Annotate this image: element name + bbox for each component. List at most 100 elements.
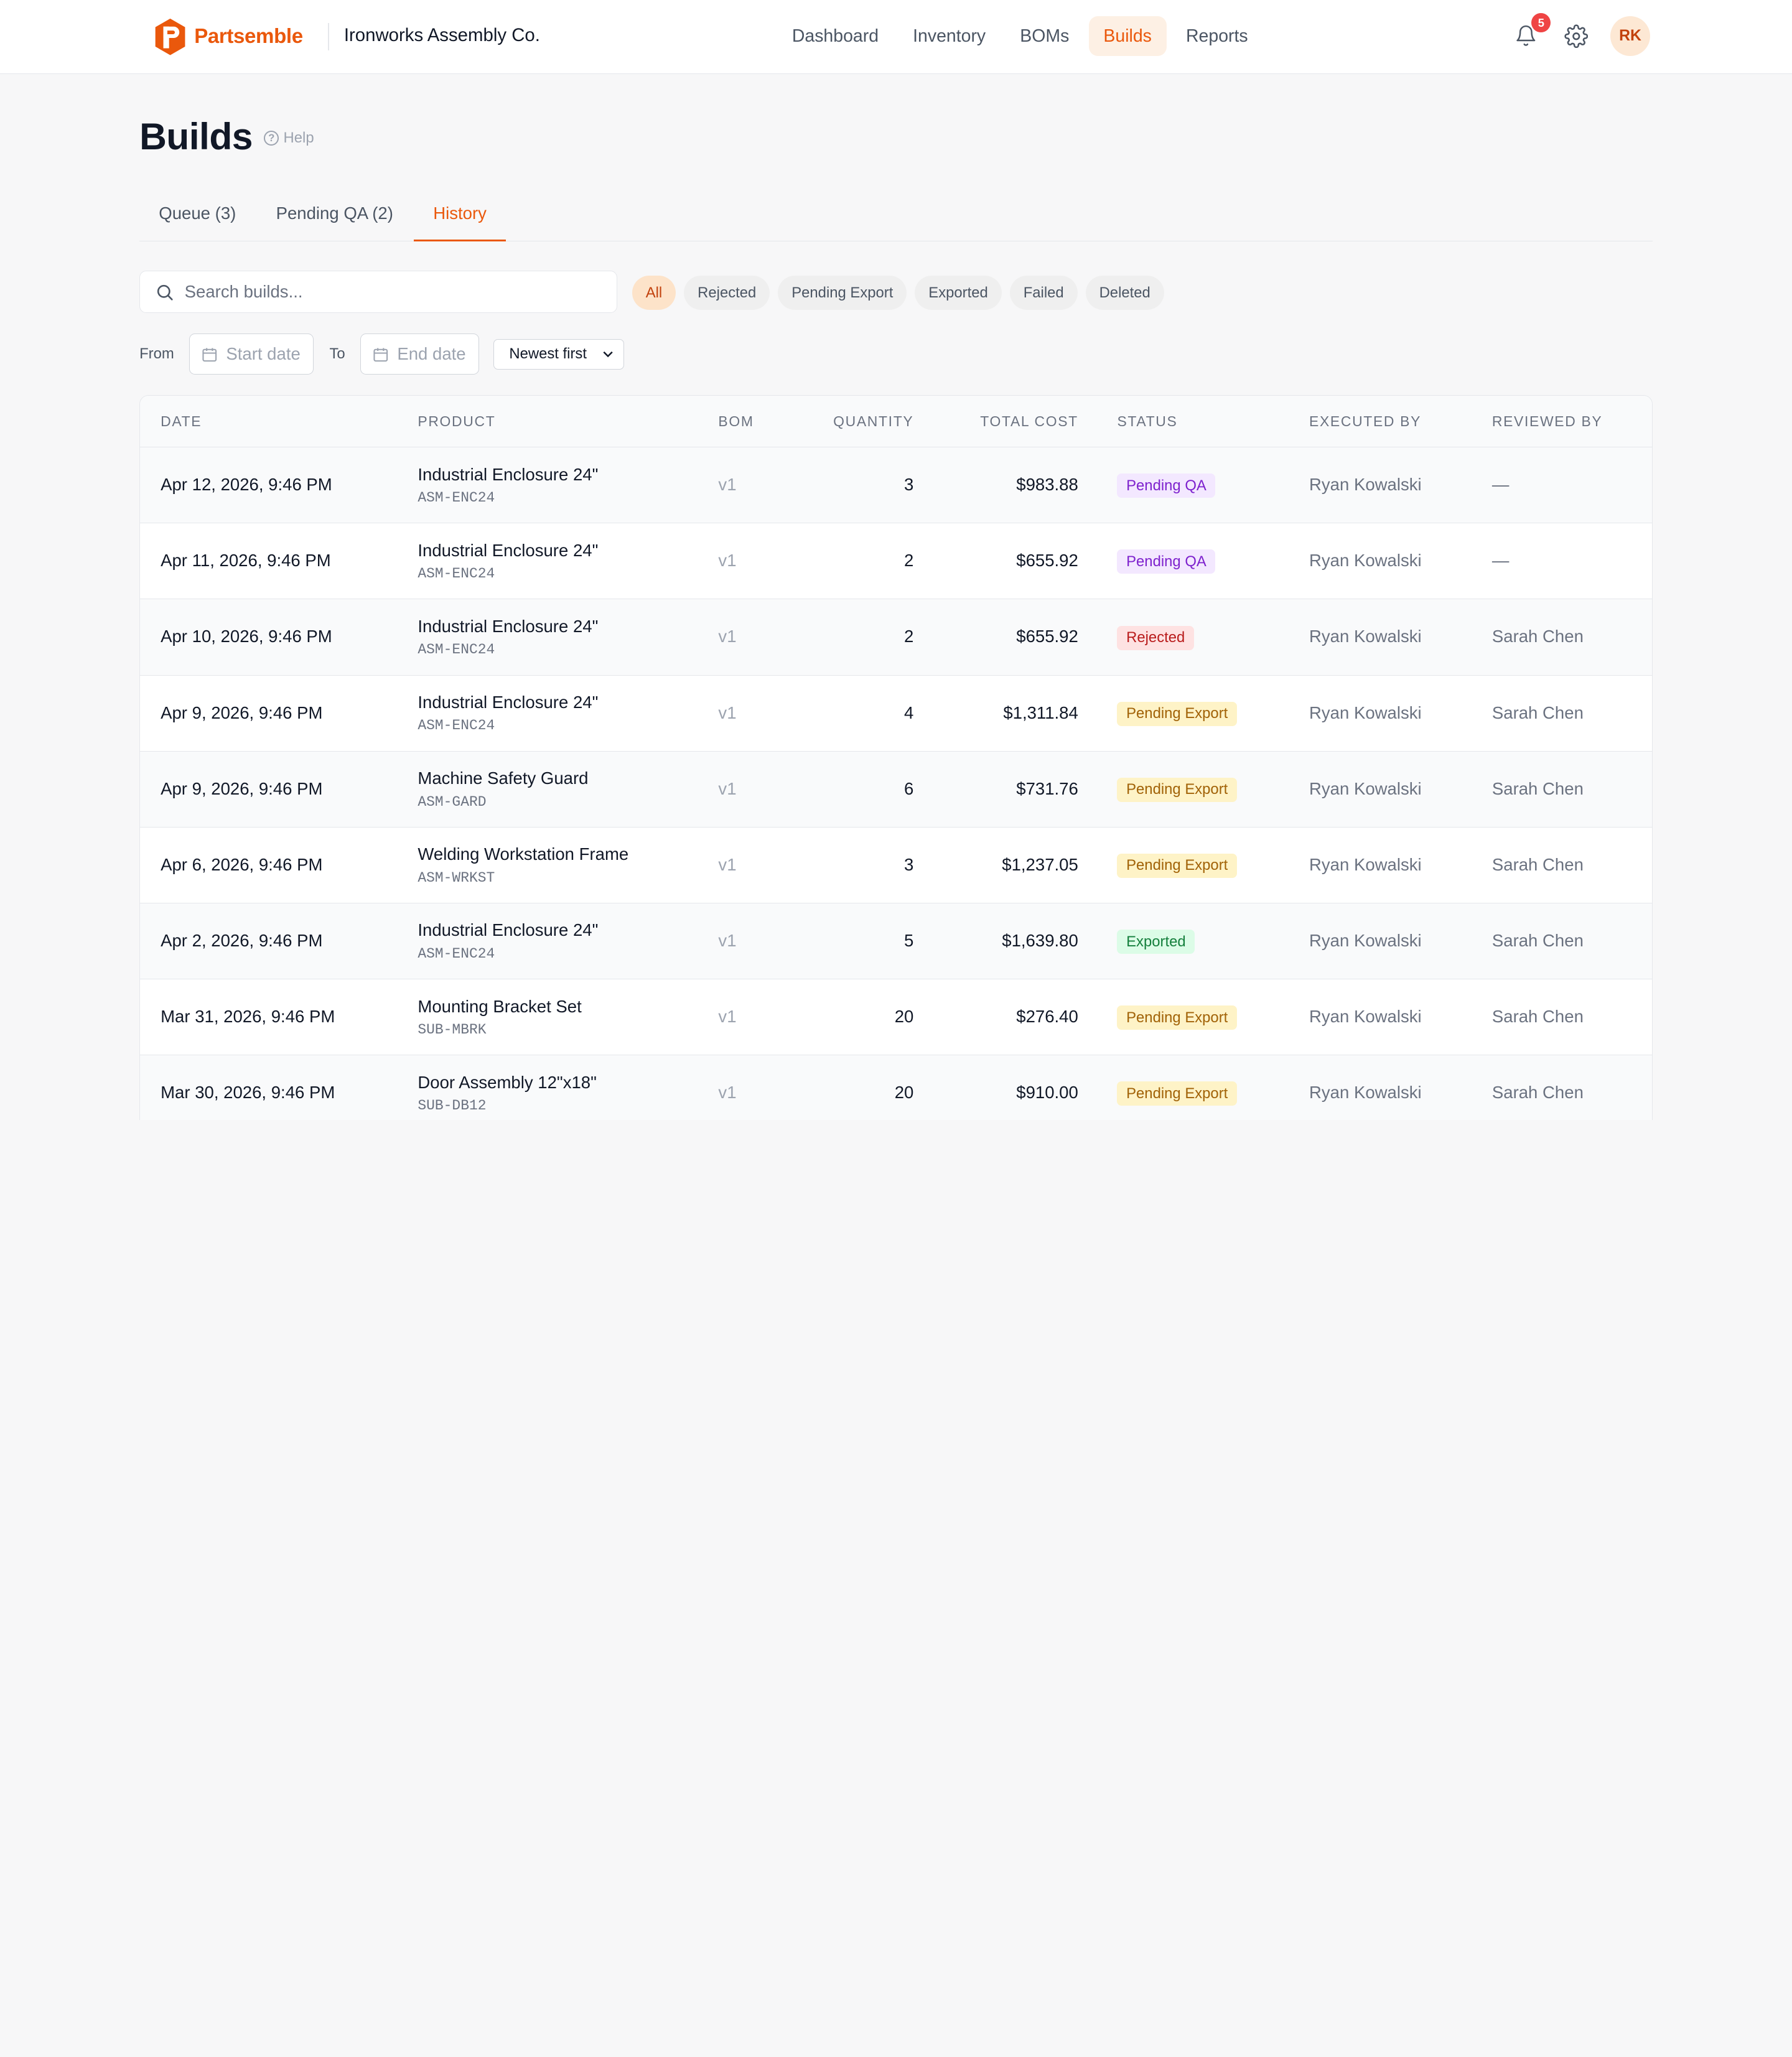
nav-inventory[interactable]: Inventory [898, 16, 1001, 56]
executed-by: Ryan Kowalski [1309, 854, 1422, 874]
build-date: Apr 6, 2026, 9:46 PM [161, 854, 323, 874]
reviewed-by: Sarah Chen [1491, 1083, 1584, 1103]
executed-by: Ryan Kowalski [1309, 778, 1422, 798]
sort-order-select[interactable]: Newest first [493, 338, 624, 370]
executed-by: Ryan Kowalski [1309, 627, 1422, 646]
reviewed-by: — [1491, 475, 1510, 495]
product-name[interactable]: Industrial Enclosure 24" [418, 465, 598, 485]
executed-by: Ryan Kowalski [1309, 702, 1422, 722]
status-badge: Rejected [1117, 625, 1194, 650]
total-cost: $983.88 [1016, 475, 1078, 495]
col-product[interactable]: Product [418, 413, 495, 430]
reviewed-by: Sarah Chen [1491, 1007, 1584, 1027]
reviewed-by: Sarah Chen [1491, 627, 1584, 646]
product-name[interactable]: Industrial Enclosure 24" [418, 920, 598, 940]
table-row[interactable]: Apr 10, 2026, 9:46 PM Industrial Enclosur… [140, 599, 1652, 676]
status-cell: Pending Export [1117, 1081, 1237, 1106]
status-badge: Pending Export [1117, 701, 1237, 726]
table-row[interactable]: Apr 2, 2026, 9:46 PM Industrial Enclosure… [140, 903, 1652, 979]
product-name[interactable]: Mounting Bracket Set [418, 997, 581, 1017]
table-row[interactable]: Apr 12, 2026, 9:46 PM Industrial Enclosur… [140, 447, 1652, 524]
notifications-button[interactable]: 5 [1510, 13, 1551, 52]
chip-rejected[interactable]: Rejected [684, 275, 770, 310]
status-cell: Pending QA [1117, 549, 1216, 574]
tab-queue[interactable]: Queue (3) [139, 190, 255, 241]
col-executed-by[interactable]: Executed By [1309, 413, 1421, 430]
product-sku: SUB-MBRK [418, 1021, 487, 1038]
col-date[interactable]: Date [161, 413, 202, 430]
top-navbar: Partsemble Ironworks Assembly Co. Dashbo… [0, 0, 1792, 75]
status-badge: Pending QA [1117, 473, 1216, 498]
settings-button[interactable] [1560, 20, 1592, 52]
brand-logo-link[interactable]: Partsemble [153, 17, 303, 56]
header-actions: 5 RK [1510, 13, 1651, 56]
product-name[interactable]: Door Assembly 12"x18" [418, 1073, 597, 1093]
product-name[interactable]: Machine Safety Guard [418, 768, 588, 788]
product-name[interactable]: Industrial Enclosure 24" [418, 617, 598, 637]
table-row[interactable]: Mar 30, 2026, 9:46 PM Door Assembly 12"x1… [140, 1055, 1652, 1120]
status-filter-chips: All Rejected Pending Export Exported Fai… [632, 275, 1164, 310]
table-row[interactable]: Apr 11, 2026, 9:46 PM Industrial Enclosur… [140, 523, 1652, 600]
nav-builds[interactable]: Builds [1088, 16, 1167, 56]
total-cost: $731.76 [1016, 778, 1078, 798]
builds-page: Partsemble Ironworks Assembly Co. Dashbo… [0, 0, 1792, 1120]
user-avatar[interactable]: RK [1610, 16, 1651, 56]
notification-count-badge: 5 [1531, 13, 1551, 33]
chip-pending-export[interactable]: Pending Export [778, 275, 907, 310]
product-name[interactable]: Industrial Enclosure 24" [418, 541, 598, 561]
bom-version: v1 [718, 930, 737, 950]
tab-history[interactable]: History [413, 190, 506, 241]
table-row[interactable]: Mar 31, 2026, 9:46 PM Mounting Bracket Se… [140, 979, 1652, 1056]
to-label: To [329, 345, 345, 363]
help-link[interactable]: ? Help [264, 129, 314, 147]
chip-failed[interactable]: Failed [1009, 275, 1078, 310]
col-status[interactable]: Status [1117, 413, 1177, 430]
build-quantity: 2 [904, 551, 914, 571]
date-filter-row: From Start date To End date Newest first [139, 334, 624, 375]
help-label: Help [283, 129, 314, 147]
table-row[interactable]: Apr 6, 2026, 9:46 PM Welding Workstation … [140, 828, 1652, 903]
table-row[interactable]: Apr 9, 2026, 9:46 PM Machine Safety Guard… [140, 751, 1652, 828]
executed-by: Ryan Kowalski [1309, 930, 1422, 950]
status-cell: Pending Export [1117, 701, 1237, 726]
product-name[interactable]: Welding Workstation Frame [418, 844, 628, 864]
product-sku: ASM-ENC24 [418, 945, 495, 962]
table-row[interactable]: Apr 9, 2026, 9:46 PM Industrial Enclosure… [140, 676, 1652, 752]
help-circle-icon: ? [264, 131, 279, 146]
col-reviewed-by[interactable]: Reviewed By [1492, 413, 1603, 430]
nav-reports[interactable]: Reports [1171, 16, 1262, 56]
total-cost: $1,311.84 [1003, 702, 1078, 722]
executed-by: Ryan Kowalski [1309, 1007, 1422, 1027]
partsemble-logo-icon [155, 18, 185, 55]
build-date: Mar 31, 2026, 9:46 PM [161, 1007, 335, 1027]
status-badge: Pending Export [1117, 853, 1237, 878]
product-name[interactable]: Industrial Enclosure 24" [418, 693, 598, 712]
main-nav: Dashboard Inventory BOMs Builds Reports [777, 16, 1267, 56]
chip-deleted[interactable]: Deleted [1085, 275, 1164, 310]
executed-by: Ryan Kowalski [1309, 551, 1422, 571]
brand-name: Partsemble [194, 24, 303, 48]
end-date-field[interactable]: End date [360, 334, 479, 375]
start-date-field[interactable]: Start date [189, 334, 314, 375]
nav-dashboard[interactable]: Dashboard [777, 16, 894, 56]
status-badge: Pending Export [1117, 1081, 1237, 1106]
search-builds-input[interactable]: Search builds... [139, 271, 617, 314]
reviewed-by: Sarah Chen [1491, 930, 1584, 950]
builds-history-table: Date Product BOM Quantity Total Cost Sta… [139, 395, 1653, 1120]
search-icon [157, 284, 173, 301]
col-total-cost[interactable]: Total Cost [980, 413, 1078, 430]
chip-exported[interactable]: Exported [915, 275, 1002, 310]
end-date-placeholder: End date [397, 344, 466, 364]
build-quantity: 20 [894, 1007, 914, 1027]
col-quantity[interactable]: Quantity [833, 413, 913, 430]
reviewed-by: Sarah Chen [1491, 778, 1584, 798]
product-sku: SUB-DB12 [418, 1098, 487, 1114]
chip-all[interactable]: All [632, 275, 676, 310]
calendar-icon [373, 348, 388, 361]
build-date: Apr 9, 2026, 9:46 PM [161, 778, 323, 798]
tab-pending-qa[interactable]: Pending QA (2) [256, 190, 413, 241]
col-bom[interactable]: BOM [718, 413, 754, 430]
product-sku: ASM-ENC24 [418, 717, 495, 734]
nav-boms[interactable]: BOMs [1005, 16, 1084, 56]
total-cost: $655.92 [1016, 627, 1078, 646]
